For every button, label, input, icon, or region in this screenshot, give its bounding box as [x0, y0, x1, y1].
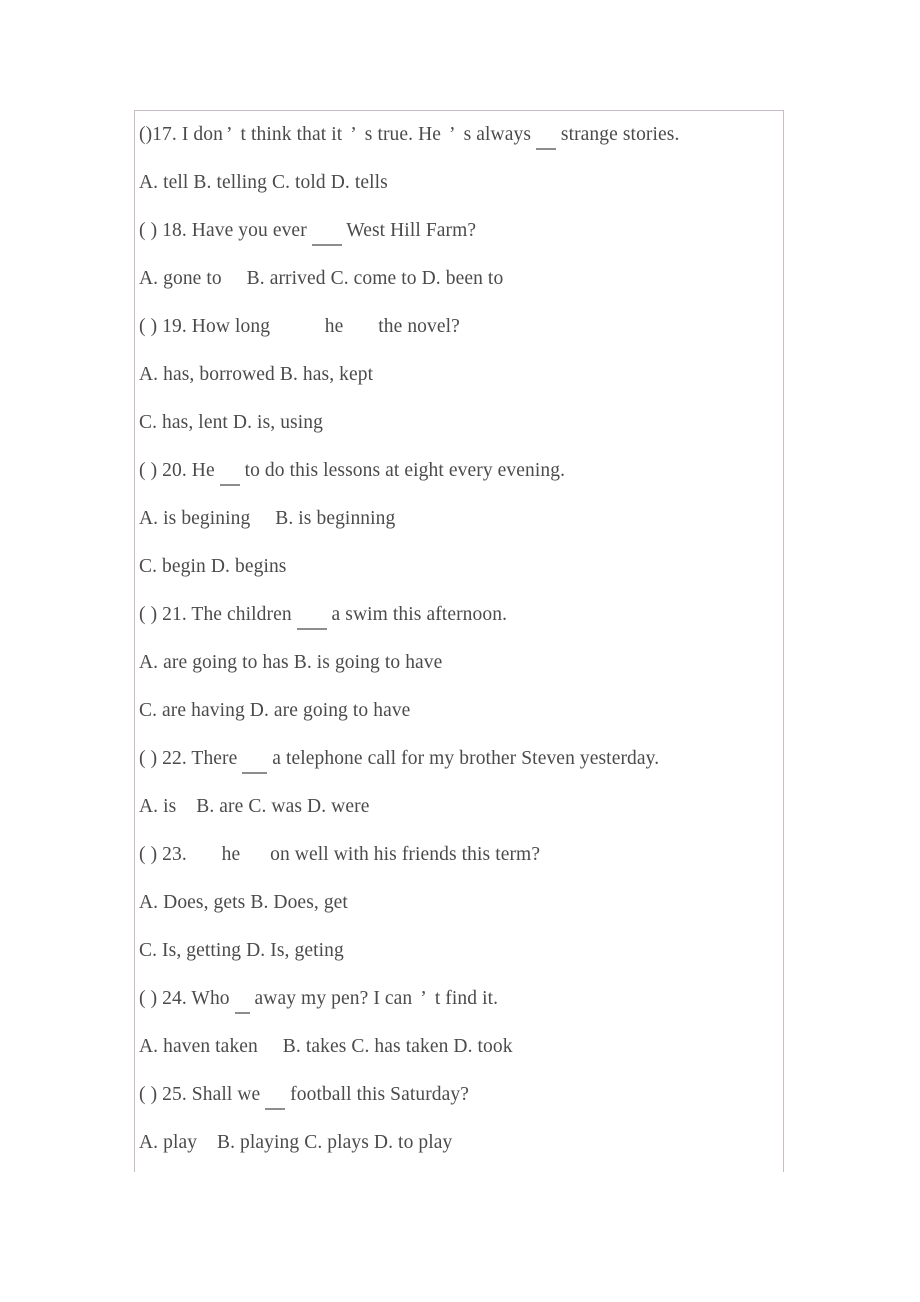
- answer-gap[interactable]: [245, 831, 270, 879]
- answer-options: A. Does, gets B. Does, get: [135, 879, 783, 927]
- text-run: ()17. I don: [139, 124, 223, 145]
- text-run: he: [324, 316, 349, 337]
- question-stem: ()17. I don’ t think that it ’ s true. H…: [135, 111, 783, 159]
- answer-blank[interactable]: [536, 111, 556, 159]
- text-run: football this Saturday?: [285, 1084, 469, 1105]
- text-run: s always: [458, 124, 536, 145]
- text-run: ( ) 18. Have you ever: [139, 220, 312, 241]
- text-run: t find it.: [429, 988, 499, 1009]
- text-run: A. play B. playing C. plays D. to play: [139, 1132, 453, 1153]
- text-run: ( ) 22. There: [139, 748, 243, 769]
- text-run: t think that it: [235, 124, 348, 145]
- answer-blank[interactable]: [242, 735, 268, 783]
- apostrophe-glyph: ’: [350, 124, 357, 145]
- apostrophe-glyph: ’: [449, 124, 456, 145]
- answer-options: A. is begining B. is beginning: [135, 495, 783, 543]
- text-run: A. Does, gets B. Does, get: [139, 892, 348, 913]
- answer-blank[interactable]: [234, 975, 250, 1023]
- question-stem: ( ) 25. Shall we football this Saturday?: [135, 1071, 783, 1119]
- answer-gap[interactable]: [348, 303, 378, 351]
- text-run: A. has, borrowed B. has, kept: [139, 364, 374, 385]
- text-run: A. tell B. telling C. told D. tells: [139, 172, 388, 193]
- text-run: A. haven taken B. takes C. has taken D. …: [139, 1036, 513, 1057]
- text-run: ( ) 25. Shall we: [139, 1084, 266, 1105]
- text-run: A. are going to has B. is going to have: [139, 652, 443, 673]
- text-run: C. begin D. begins: [139, 556, 287, 577]
- text-run: ( ) 20. He: [139, 460, 220, 481]
- question-list: ()17. I don’ t think that it ’ s true. H…: [135, 111, 783, 1167]
- text-run: C. Is, getting D. Is, geting: [139, 940, 344, 961]
- text-run: ( ) 23.: [139, 844, 192, 865]
- text-run: to do this lessons at eight every evenin…: [239, 460, 566, 481]
- answer-blank[interactable]: [311, 207, 342, 255]
- answer-blank[interactable]: [265, 1071, 286, 1119]
- question-stem: ( ) 24. Who away my pen? I can ’ t find …: [135, 975, 783, 1023]
- question-stem: ( ) 22. There a telephone call for my br…: [135, 735, 783, 783]
- text-run: s true. He: [359, 124, 447, 145]
- worksheet-table-cell: ()17. I don’ t think that it ’ s true. H…: [134, 110, 784, 1172]
- text-run: ( ) 19. How long: [139, 316, 276, 337]
- text-run: strange stories.: [555, 124, 680, 145]
- text-run: ( ) 21. The children: [139, 604, 297, 625]
- text-run: he: [221, 844, 246, 865]
- answer-options: A. play B. playing C. plays D. to play: [135, 1119, 783, 1167]
- text-run: on well with his friends this term?: [270, 844, 541, 865]
- question-stem: ( ) 23. he on well with his friends this…: [135, 831, 783, 879]
- text-run: away my pen? I can: [249, 988, 418, 1009]
- text-run: A. is B. are C. was D. were: [139, 796, 370, 817]
- apostrophe-glyph: ’: [225, 124, 233, 145]
- text-run: ( ) 24. Who: [139, 988, 235, 1009]
- question-stem: ( ) 20. He to do this lessons at eight e…: [135, 447, 783, 495]
- answer-options: C. Is, getting D. Is, geting: [135, 927, 783, 975]
- apostrophe-glyph: ’: [420, 988, 427, 1009]
- question-stem: ( ) 19. How long he the novel?: [135, 303, 783, 351]
- answer-options: A. is B. are C. was D. were: [135, 783, 783, 831]
- answer-options: A. gone to B. arrived C. come to D. been…: [135, 255, 783, 303]
- answer-options: C. has, lent D. is, using: [135, 399, 783, 447]
- text-run: a telephone call for my brother Steven y…: [267, 748, 660, 769]
- answer-gap[interactable]: [275, 303, 325, 351]
- answer-blank[interactable]: [219, 447, 240, 495]
- text-run: West Hill Farm?: [341, 220, 477, 241]
- text-run: C. are having D. are going to have: [139, 700, 411, 721]
- answer-gap[interactable]: [192, 831, 222, 879]
- text-run: the novel?: [378, 316, 460, 337]
- answer-options: C. begin D. begins: [135, 543, 783, 591]
- question-stem: ( ) 21. The children a swim this afterno…: [135, 591, 783, 639]
- answer-options: A. are going to has B. is going to have: [135, 639, 783, 687]
- answer-options: C. are having D. are going to have: [135, 687, 783, 735]
- answer-options: A. has, borrowed B. has, kept: [135, 351, 783, 399]
- answer-options: A. tell B. telling C. told D. tells: [135, 159, 783, 207]
- answer-options: A. haven taken B. takes C. has taken D. …: [135, 1023, 783, 1071]
- text-run: a swim this afternoon.: [326, 604, 508, 625]
- text-run: A. is begining B. is beginning: [139, 508, 396, 529]
- answer-blank[interactable]: [296, 591, 327, 639]
- text-run: C. has, lent D. is, using: [139, 412, 323, 433]
- text-run: A. gone to B. arrived C. come to D. been…: [139, 268, 504, 289]
- question-stem: ( ) 18. Have you ever West Hill Farm?: [135, 207, 783, 255]
